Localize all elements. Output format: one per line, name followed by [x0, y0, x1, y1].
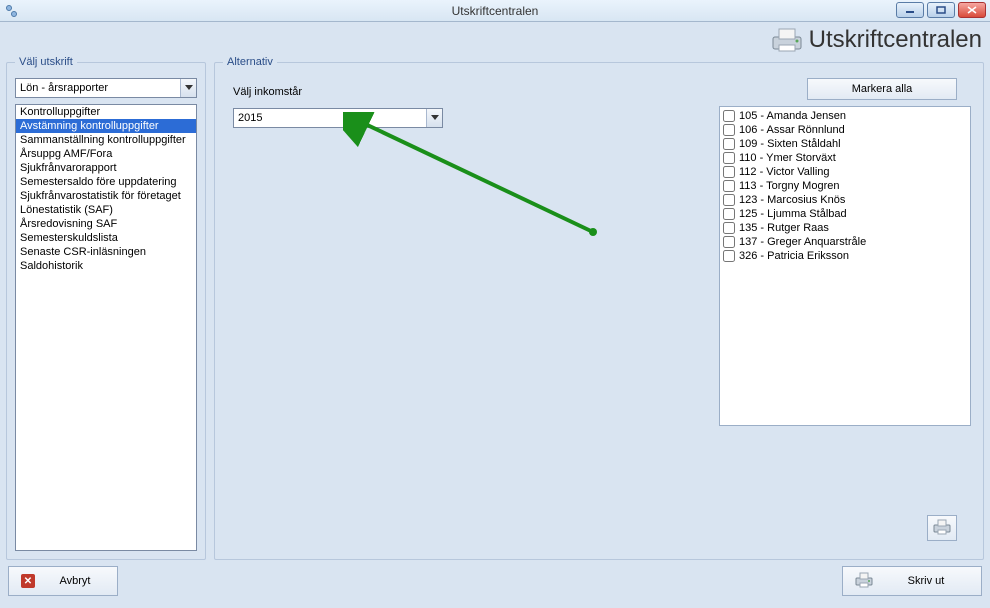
- person-checkbox[interactable]: [723, 166, 735, 178]
- select-all-label: Markera alla: [852, 83, 913, 95]
- person-label: 137 - Greger Anquarstråle: [739, 235, 866, 249]
- person-label: 125 - Ljumma Stålbad: [739, 207, 847, 221]
- list-item[interactable]: Senaste CSR-inläsningen: [16, 245, 196, 259]
- report-category-value: Lön - årsrapporter: [20, 82, 108, 94]
- chevron-down-icon: [426, 109, 442, 127]
- person-checkbox[interactable]: [723, 110, 735, 122]
- annotation-arrow: [343, 112, 603, 242]
- cancel-label: Avbryt: [45, 575, 105, 587]
- minimize-button[interactable]: [896, 2, 924, 18]
- person-label: 109 - Sixten Ståldahl: [739, 137, 841, 151]
- person-checkbox[interactable]: [723, 236, 735, 248]
- person-checkbox[interactable]: [723, 152, 735, 164]
- window-title: Utskriftcentralen: [0, 0, 990, 22]
- person-row[interactable]: 125 - Ljumma Stålbad: [721, 207, 969, 221]
- list-item[interactable]: Semestersaldo före uppdatering: [16, 175, 196, 189]
- person-label: 105 - Amanda Jensen: [739, 109, 846, 123]
- options-legend: Alternativ: [223, 56, 277, 68]
- chevron-down-icon: [180, 79, 196, 97]
- person-checkbox[interactable]: [723, 208, 735, 220]
- select-report-legend: Välj utskrift: [15, 56, 77, 68]
- people-checklist[interactable]: 105 - Amanda Jensen106 - Assar Rönnlund1…: [719, 106, 971, 426]
- select-report-group: Välj utskrift Lön - årsrapporter Kontrol…: [6, 56, 206, 560]
- person-row[interactable]: 110 - Ymer Storväxt: [721, 151, 969, 165]
- list-item[interactable]: Årsredovisning SAF: [16, 217, 196, 231]
- person-label: 123 - Marcosius Knös: [739, 193, 845, 207]
- print-button[interactable]: Skriv ut: [842, 566, 982, 596]
- printer-icon: [933, 519, 951, 538]
- print-label: Skriv ut: [883, 575, 969, 587]
- person-row[interactable]: 123 - Marcosius Knös: [721, 193, 969, 207]
- list-item[interactable]: Saldohistorik: [16, 259, 196, 273]
- list-item[interactable]: Lönestatistik (SAF): [16, 203, 196, 217]
- person-row[interactable]: 113 - Torgny Mogren: [721, 179, 969, 193]
- person-label: 113 - Torgny Mogren: [739, 179, 839, 193]
- report-category-combo[interactable]: Lön - årsrapporter: [15, 78, 197, 98]
- titlebar: Utskriftcentralen: [0, 0, 990, 22]
- list-item[interactable]: Kontrolluppgifter: [16, 105, 196, 119]
- person-label: 106 - Assar Rönnlund: [739, 123, 845, 137]
- page-header: Utskriftcentralen: [771, 26, 982, 54]
- list-item[interactable]: Årsuppg AMF/Fora: [16, 147, 196, 161]
- person-row[interactable]: 137 - Greger Anquarstråle: [721, 235, 969, 249]
- printer-icon: [855, 572, 873, 591]
- cancel-icon: ✕: [21, 574, 35, 588]
- person-row[interactable]: 112 - Victor Valling: [721, 165, 969, 179]
- person-checkbox[interactable]: [723, 138, 735, 150]
- maximize-button[interactable]: [927, 2, 955, 18]
- app-icon: [4, 3, 20, 19]
- person-row[interactable]: 105 - Amanda Jensen: [721, 109, 969, 123]
- person-checkbox[interactable]: [723, 250, 735, 262]
- printer-icon: [771, 27, 803, 53]
- person-row[interactable]: 109 - Sixten Ståldahl: [721, 137, 969, 151]
- cancel-button[interactable]: ✕ Avbryt: [8, 566, 118, 596]
- list-item[interactable]: Sjukfrånvarorapport: [16, 161, 196, 175]
- person-checkbox[interactable]: [723, 180, 735, 192]
- window-buttons: [896, 2, 986, 18]
- person-checkbox[interactable]: [723, 222, 735, 234]
- income-year-value: 2015: [238, 112, 262, 124]
- income-year-label: Välj inkomstår: [233, 86, 302, 98]
- options-group: Alternativ Välj inkomstår 2015 Markera a…: [214, 56, 984, 560]
- list-item[interactable]: Sjukfrånvarostatistik för företaget: [16, 189, 196, 203]
- person-row[interactable]: 326 - Patricia Eriksson: [721, 249, 969, 263]
- person-row[interactable]: 135 - Rutger Raas: [721, 221, 969, 235]
- list-item[interactable]: Semesterskuldslista: [16, 231, 196, 245]
- print-icon-button[interactable]: [927, 515, 957, 541]
- person-row[interactable]: 106 - Assar Rönnlund: [721, 123, 969, 137]
- person-label: 110 - Ymer Storväxt: [739, 151, 836, 165]
- person-label: 326 - Patricia Eriksson: [739, 249, 849, 263]
- person-checkbox[interactable]: [723, 194, 735, 206]
- person-label: 135 - Rutger Raas: [739, 221, 829, 235]
- list-item[interactable]: Sammanställning kontrolluppgifter: [16, 133, 196, 147]
- income-year-combo[interactable]: 2015: [233, 108, 443, 128]
- list-item[interactable]: Avstämning kontrolluppgifter: [16, 119, 196, 133]
- report-listbox[interactable]: KontrolluppgifterAvstämning kontrolluppg…: [15, 104, 197, 551]
- close-button[interactable]: [958, 2, 986, 18]
- page-title: Utskriftcentralen: [809, 26, 982, 54]
- person-label: 112 - Victor Valling: [739, 165, 830, 179]
- select-all-button[interactable]: Markera alla: [807, 78, 957, 100]
- person-checkbox[interactable]: [723, 124, 735, 136]
